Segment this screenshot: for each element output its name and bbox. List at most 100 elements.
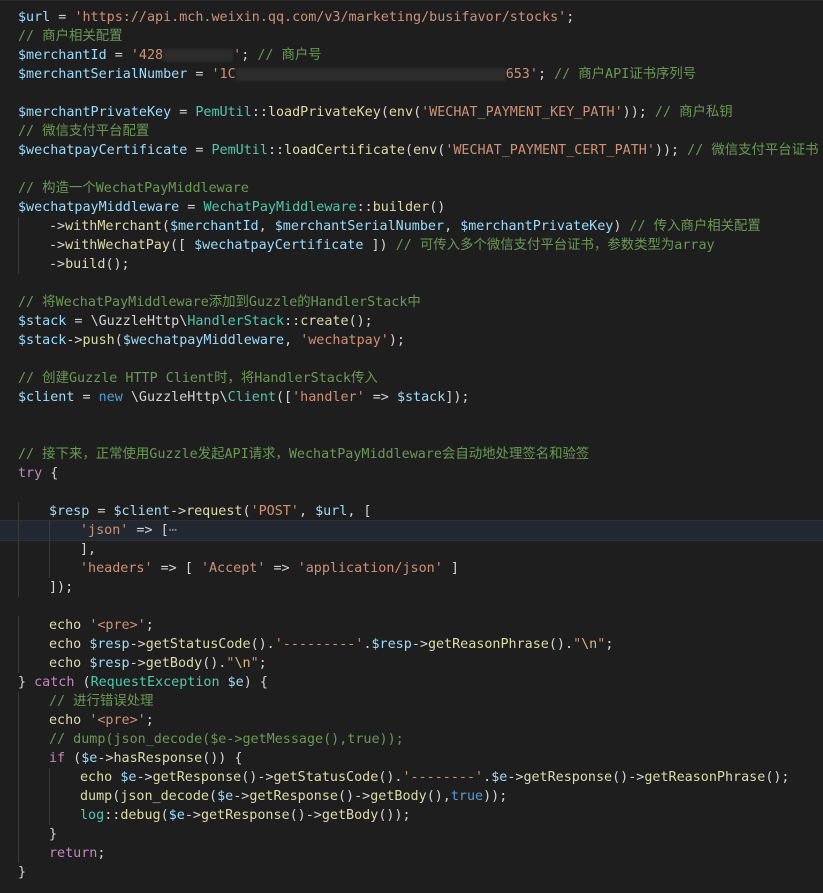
code-token: }	[18, 675, 35, 690]
code-line[interactable]: } catch (RequestException $e) {	[0, 673, 823, 692]
code-token: $wechatpayCertificate	[194, 238, 364, 253]
code-token: (	[161, 219, 170, 234]
indent-guide	[18, 236, 19, 255]
code-line[interactable]: ]);	[0, 578, 823, 597]
code-token: ->	[184, 808, 201, 823]
code-token: 'wechatpay'	[300, 333, 389, 348]
indent-guide	[18, 749, 19, 768]
code-line[interactable]: dump(json_decode($e->getResponse()->getB…	[0, 787, 823, 806]
code-token: WechatPayMiddleware	[203, 200, 357, 215]
code-line[interactable]: // dump(json_decode($e->getMessage(),tru…	[0, 730, 823, 749]
code-line[interactable]: // 构造一个WechatPayMiddleware	[0, 179, 823, 198]
code-token: $e	[120, 770, 137, 785]
code-token: ,	[284, 333, 301, 348]
code-line[interactable]: return;	[0, 844, 823, 863]
code-line[interactable]: $merchantPrivateKey = PemUtil::loadPriva…	[0, 103, 823, 122]
code-token: ([	[276, 390, 293, 405]
code-line[interactable]: $stack = \GuzzleHttp\HandlerStack::creat…	[0, 312, 823, 331]
code-token: ],	[80, 542, 97, 557]
code-line[interactable]: $merchantSerialNumber = '1C 653'; // 商户AP…	[0, 65, 823, 84]
code-line[interactable]: // 微信支付平台配置	[0, 122, 823, 141]
code-token: (	[380, 105, 389, 120]
code-line[interactable]: $wechatpayMiddleware = WechatPayMiddlewa…	[0, 198, 823, 217]
code-token: ([	[169, 238, 195, 253]
code-token: {	[42, 466, 59, 481]
code-line[interactable]	[0, 160, 823, 179]
code-token: (	[242, 504, 251, 519]
code-line[interactable]	[0, 84, 823, 103]
code-line[interactable]: log::debug($e->getResponse()->getBody())…	[0, 806, 823, 825]
code-line[interactable]: ->build();	[0, 255, 823, 274]
indent-guide	[49, 521, 50, 540]
code-token: '428	[130, 48, 164, 63]
code-line[interactable]: echo '<pre>';	[0, 711, 823, 730]
code-token: ->	[411, 637, 428, 652]
code-line[interactable]: // 商户相关配置	[0, 27, 823, 46]
code-token: ->	[66, 333, 83, 348]
code-line[interactable]	[0, 407, 823, 426]
code-token: ->	[507, 770, 524, 785]
code-line[interactable]: $client = new \GuzzleHttp\Client(['handl…	[0, 388, 823, 407]
code-line[interactable]: try {	[0, 464, 823, 483]
code-token: getReasonPhrase	[427, 637, 549, 652]
indent-guide	[18, 635, 19, 654]
code-line[interactable]: // 进行错误处理	[0, 692, 823, 711]
code-line[interactable]: }	[0, 863, 823, 882]
code-line[interactable]: ->withWechatPay([ $wechatpayCertificate …	[0, 236, 823, 255]
code-token: withMerchant	[65, 219, 162, 234]
code-token: if	[49, 751, 66, 766]
code-line[interactable]: 'json' => [⋯	[0, 520, 823, 541]
code-token: PemUtil	[195, 105, 252, 120]
code-token: ) {	[243, 675, 268, 690]
code-line[interactable]: $stack->push($wechatpayMiddleware, 'wech…	[0, 331, 823, 350]
code-area[interactable]: $url = 'https://api.mch.weixin.qq.com/v3…	[0, 8, 823, 882]
code-token: ::	[356, 200, 373, 215]
code-line[interactable]: // 将WechatPayMiddleware添加到Guzzle的Handler…	[0, 293, 823, 312]
code-line[interactable]: $url = 'https://api.mch.weixin.qq.com/v3…	[0, 8, 823, 27]
code-token: // dump(json_decode($e->getMessage(),tru…	[49, 732, 404, 747]
code-token: getResponse	[523, 770, 613, 785]
code-line[interactable]	[0, 350, 823, 369]
code-line[interactable]: echo $resp->getBody()."\n";	[0, 654, 823, 673]
indent-guide	[18, 844, 19, 863]
code-token: $merchantPrivateKey	[18, 105, 172, 120]
code-line[interactable]: ],	[0, 540, 823, 559]
code-line[interactable]: // 创建Guzzle HTTP Client时，将HandlerStack传入	[0, 369, 823, 388]
code-token: ()	[289, 808, 306, 823]
code-token: getResponse	[249, 789, 338, 804]
code-line[interactable]: // 接下来，正常使用Guzzle发起API请求，WechatPayMiddle…	[0, 445, 823, 464]
code-token: echo	[49, 637, 82, 652]
code-line[interactable]: $merchantId = '428 '; // 商户号	[0, 46, 823, 65]
code-line[interactable]: ->withMerchant($merchantId, $merchantSer…	[0, 217, 823, 236]
indent-guide	[49, 540, 50, 559]
code-token: getReasonPhrase	[644, 770, 766, 785]
code-line[interactable]: echo $resp->getStatusCode().'---------'.…	[0, 635, 823, 654]
code-line[interactable]: if ($e->hasResponse()) {	[0, 749, 823, 768]
code-line[interactable]	[0, 426, 823, 445]
code-token: $resp	[49, 504, 90, 519]
code-line[interactable]: echo '<pre>';	[0, 616, 823, 635]
code-token: ->	[129, 656, 146, 671]
code-token: ;	[145, 713, 154, 728]
code-editor[interactable]: $url = 'https://api.mch.weixin.qq.com/v3…	[0, 0, 823, 893]
code-token: // 微信支付平台证书	[687, 143, 819, 158]
code-token: catch	[34, 675, 75, 690]
code-line[interactable]: $wechatpayCertificate = PemUtil::loadCer…	[0, 141, 823, 160]
code-line[interactable]	[0, 483, 823, 502]
code-token: loadCertificate	[284, 143, 405, 158]
code-line[interactable]	[0, 274, 823, 293]
code-token: $merchantId	[18, 48, 107, 63]
code-token: // 构造一个WechatPayMiddleware	[18, 181, 249, 196]
code-line[interactable]: }	[0, 825, 823, 844]
code-token: ]	[442, 561, 459, 576]
code-token: ::	[104, 808, 121, 823]
code-line[interactable]: echo $e->getResponse()->getStatusCode().…	[0, 768, 823, 787]
code-line[interactable]	[0, 597, 823, 616]
code-line[interactable]: $resp = $client->request('POST', $url, [	[0, 502, 823, 521]
code-token: $e	[168, 808, 185, 823]
code-token: $client	[113, 504, 170, 519]
fold-ellipsis-icon[interactable]: ⋯	[169, 523, 177, 538]
code-token: // 商户API证书序列号	[554, 67, 697, 82]
code-line[interactable]: 'headers' => [ 'Accept' => 'application/…	[0, 559, 823, 578]
